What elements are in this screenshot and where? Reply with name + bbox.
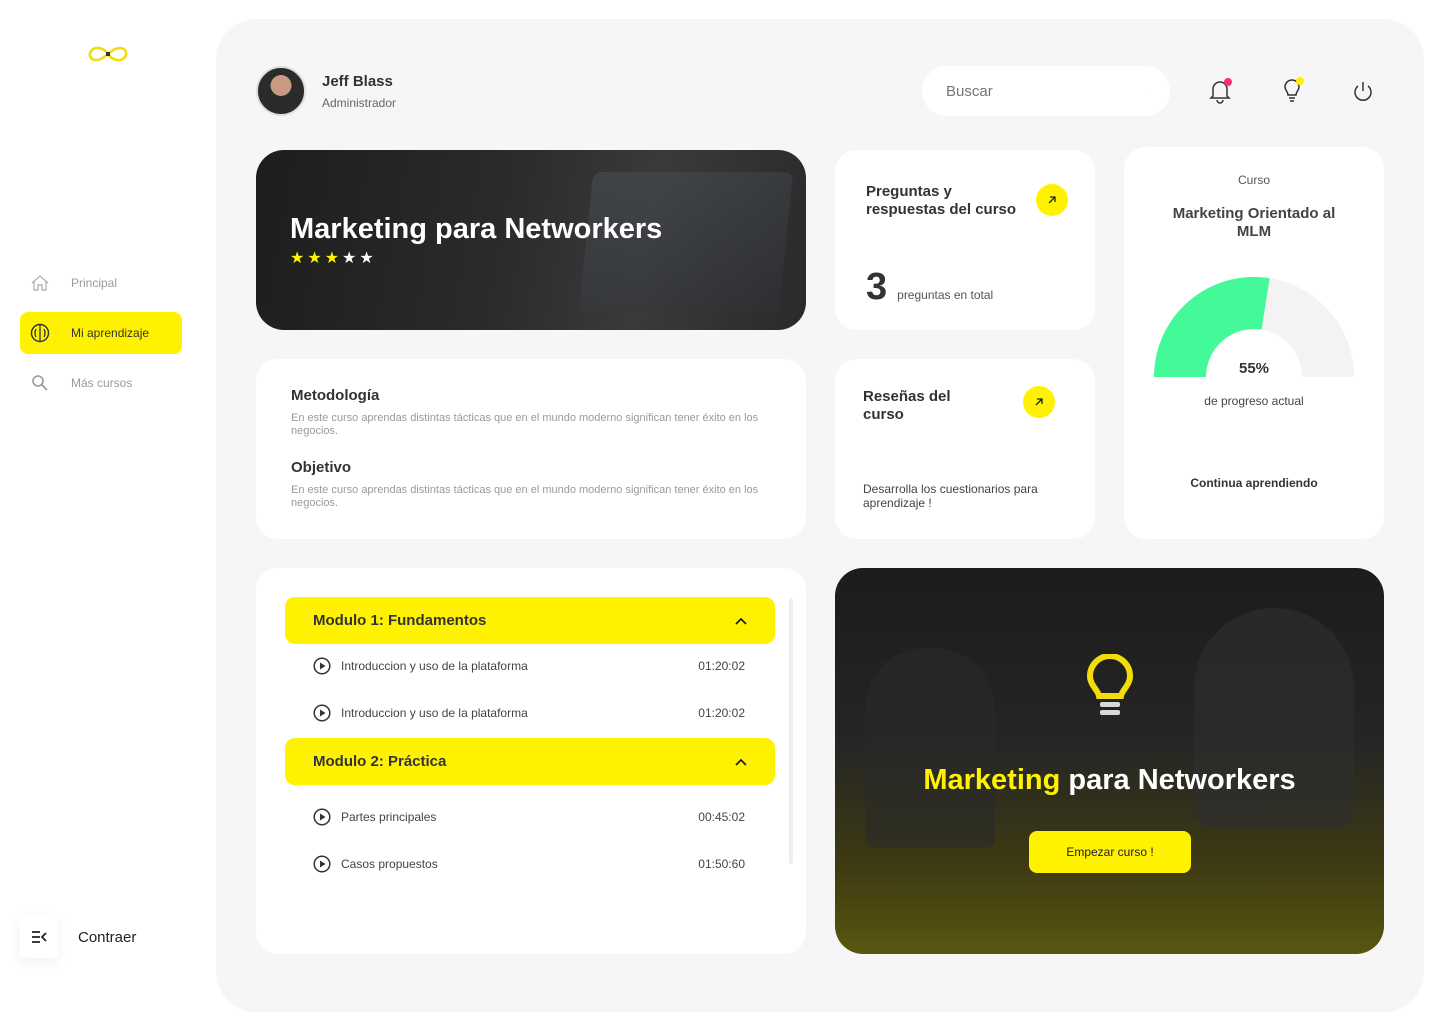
start-course-button[interactable]: Empezar curso ! — [1029, 831, 1191, 873]
modules-card: Modulo 1: Fundamentos Introduccion y uso… — [256, 568, 806, 954]
promo-title-highlight: Marketing — [923, 764, 1061, 796]
methodology-title: Metodología — [291, 387, 380, 404]
course-title: Marketing para Networkers — [290, 213, 663, 245]
collapse-label: Contraer — [78, 928, 137, 946]
objective-title: Objetivo — [291, 459, 352, 476]
lesson-item[interactable]: Introduccion y uso de la plataforma 01:2… — [313, 654, 745, 678]
search-icon[interactable] — [1145, 82, 1146, 100]
lesson-name: Casos propuestos — [341, 857, 438, 871]
objective-text: En este curso aprendas distintas táctica… — [291, 484, 759, 509]
play-icon — [313, 855, 331, 873]
bell-icon[interactable] — [1207, 77, 1233, 105]
star-filled-icon: ★ — [290, 250, 305, 267]
lightbulb-icon — [1086, 654, 1134, 715]
module-header[interactable]: Modulo 1: Fundamentos — [285, 597, 775, 644]
module-header[interactable]: Modulo 2: Práctica — [285, 738, 775, 785]
lesson-name: Partes principales — [341, 810, 437, 824]
course-hero-card[interactable]: Marketing para Networkers ★ ★ ★ ★ ★ — [256, 150, 806, 330]
progress-percent: 55% — [1238, 360, 1270, 377]
play-icon — [313, 808, 331, 826]
qa-open-button[interactable] — [1036, 184, 1068, 216]
main-panel: Jeff Blass Administrador Marketing para … — [216, 19, 1424, 1012]
chevron-up-icon — [735, 617, 747, 625]
search-icon — [30, 373, 50, 393]
notification-dot — [1224, 78, 1232, 86]
arrow-up-right-icon — [1035, 398, 1043, 406]
progress-label: de progreso actual — [1204, 394, 1304, 408]
collapse-icon — [20, 916, 58, 958]
reviews-title: Reseñas del curso — [863, 388, 951, 423]
brain-icon — [30, 323, 50, 343]
lesson-duration: 01:50:60 — [698, 857, 745, 871]
background-figure — [865, 648, 995, 848]
star-filled-icon: ★ — [324, 250, 340, 267]
module-title: Modulo 2: Práctica — [313, 753, 447, 770]
sidebar-item-label: Principal — [71, 276, 118, 290]
arrow-up-right-icon — [1048, 196, 1056, 204]
star-empty-icon: ★ — [359, 250, 374, 267]
lesson-name: Introduccion y uso de la plataforma — [341, 706, 528, 720]
lesson-item[interactable]: Casos propuestos 01:50:60 — [313, 852, 745, 876]
sidebar-item-principal[interactable]: Principal — [20, 262, 182, 304]
lesson-name: Introduccion y uso de la plataforma — [341, 659, 528, 673]
sidebar-nav: Principal Mi aprendizaje Más cursos — [20, 262, 182, 412]
course-info-card: Metodología En este curso aprendas disti… — [256, 359, 806, 539]
sidebar-item-label: Mi aprendizaje — [71, 326, 150, 340]
user-role: Administrador — [322, 95, 397, 110]
methodology-text: En este curso aprendas distintas táctica… — [291, 412, 759, 437]
chevron-up-icon — [735, 758, 747, 766]
qa-card[interactable]: Preguntas y respuestas del curso 3 pregu… — [835, 150, 1095, 330]
play-icon — [313, 657, 331, 675]
sidebar-item-mas-cursos[interactable]: Más cursos — [20, 362, 182, 404]
lesson-item[interactable]: Partes principales 00:45:02 — [313, 805, 745, 829]
progress-card: Curso Marketing Orientado al MLM 55% de … — [1124, 147, 1384, 539]
infinity-logo-icon[interactable] — [84, 42, 132, 66]
star-empty-icon: ★ — [342, 250, 357, 267]
search-bar[interactable] — [922, 66, 1170, 116]
modules-scrollbar[interactable] — [789, 598, 793, 864]
collapse-button[interactable]: Contraer — [20, 916, 136, 958]
promo-title-rest: para Networkers — [1060, 764, 1296, 796]
play-icon — [313, 704, 331, 722]
sidebar-item-mi-aprendizaje[interactable]: Mi aprendizaje — [20, 312, 182, 354]
reviews-open-button[interactable] — [1023, 386, 1055, 418]
lesson-duration: 00:45:02 — [698, 810, 745, 824]
sidebar: Principal Mi aprendizaje Más cursos Cont… — [0, 0, 216, 1024]
lightbulb-icon[interactable] — [1279, 77, 1305, 105]
search-input[interactable] — [946, 82, 1145, 100]
home-icon — [30, 273, 50, 293]
reviews-desc: Desarrolla los cuestionarios para aprend… — [863, 482, 1038, 510]
avatar — [256, 66, 306, 116]
promo-title: Marketing para Networkers — [835, 764, 1384, 797]
progress-kicker: Curso — [1237, 173, 1270, 187]
module-title: Modulo 1: Fundamentos — [313, 612, 487, 629]
sidebar-item-label: Más cursos — [71, 376, 133, 390]
progress-course-title: Marketing Orientado al MLM — [1172, 205, 1336, 240]
qa-title: Preguntas y respuestas del curso — [866, 183, 1017, 218]
qa-count: 3 — [866, 266, 888, 308]
user-profile[interactable]: Jeff Blass Administrador — [256, 66, 396, 116]
qa-count-label: preguntas en total — [897, 288, 994, 302]
user-name: Jeff Blass — [322, 72, 393, 90]
power-icon[interactable] — [1350, 77, 1376, 105]
course-promo-card: Marketing para Networkers Empezar curso … — [835, 568, 1384, 954]
star-filled-icon: ★ — [307, 250, 322, 267]
lesson-item[interactable]: Introduccion y uso de la plataforma 01:2… — [313, 701, 745, 725]
idea-dot — [1296, 77, 1304, 85]
continue-learning-link[interactable]: Continua aprendiendo — [1124, 476, 1384, 490]
lesson-duration: 01:20:02 — [698, 706, 745, 720]
lesson-duration: 01:20:02 — [698, 659, 745, 673]
reviews-card[interactable]: Reseñas del curso Desarrolla los cuestio… — [835, 359, 1095, 539]
star-rating: ★ ★ ★ ★ ★ — [290, 251, 374, 267]
